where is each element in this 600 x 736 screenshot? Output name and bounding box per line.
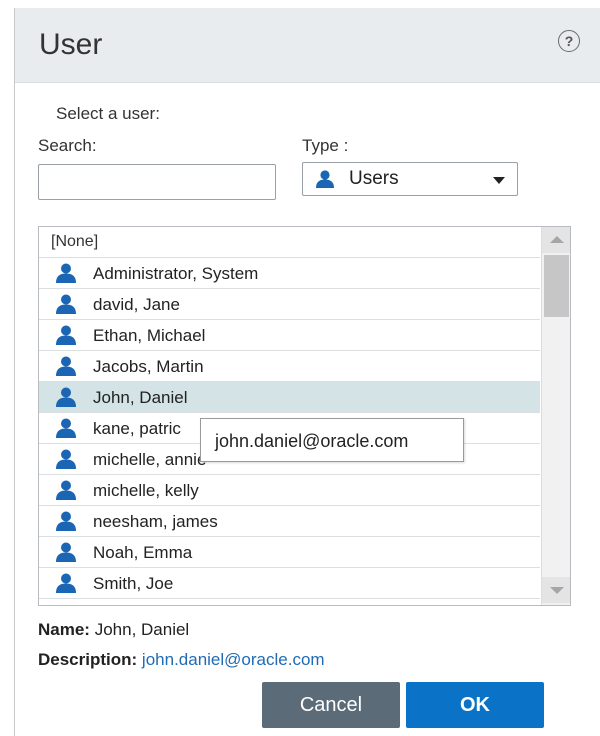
user-icon: [55, 387, 77, 412]
user-icon: [315, 170, 335, 193]
list-item-label: Noah, Emma: [93, 543, 193, 562]
user-icon: [55, 480, 77, 505]
scroll-down-button[interactable]: [542, 577, 570, 603]
list-item-label: michelle, kelly: [93, 481, 199, 500]
list-item-label: Jacobs, Martin: [93, 357, 204, 376]
dialog-titlebar: User ?: [15, 8, 600, 83]
list-item[interactable]: Smith, Joe: [39, 568, 540, 599]
help-icon[interactable]: ?: [558, 30, 580, 52]
ok-button[interactable]: OK: [406, 682, 544, 728]
user-icon: [55, 356, 77, 381]
user-icon: [55, 449, 77, 474]
search-label: Search:: [38, 136, 97, 155]
list-item[interactable]: Jacobs, Martin: [39, 351, 540, 382]
type-label: Type :: [302, 136, 349, 155]
user-icon: [55, 263, 77, 288]
list-item[interactable]: Noah, Emma: [39, 537, 540, 568]
cancel-button[interactable]: Cancel: [262, 682, 400, 728]
tooltip-text: john.daniel@oracle.com: [215, 431, 409, 451]
list-item[interactable]: John, Daniel: [39, 382, 540, 413]
list-item[interactable]: Administrator, System: [39, 258, 540, 289]
user-icon: [55, 294, 77, 319]
list-item-label: John, Daniel: [93, 388, 188, 407]
list-item[interactable]: david, Jane: [39, 289, 540, 320]
type-select[interactable]: Users: [302, 162, 518, 196]
scroll-thumb[interactable]: [544, 255, 569, 317]
type-select-value: Users: [349, 168, 399, 189]
list-item-none[interactable]: [None]: [39, 227, 540, 258]
list-item-label: Smith, Joe: [93, 574, 174, 593]
user-icon: [55, 542, 77, 567]
list-item[interactable]: Ethan, Michael: [39, 320, 540, 351]
name-detail: Name: John, Daniel: [38, 620, 189, 640]
name-detail-label: Name:: [38, 620, 90, 639]
list-item-label: [None]: [51, 233, 99, 250]
description-detail-value: john.daniel@oracle.com: [141, 650, 325, 669]
user-icon: [55, 511, 77, 536]
list-item-label: Ethan, Michael: [93, 326, 206, 345]
list-item[interactable]: neesham, james: [39, 506, 540, 537]
email-tooltip: john.daniel@oracle.com: [200, 418, 464, 462]
user-icon: [55, 418, 77, 443]
dialog-title: User: [39, 28, 103, 61]
list-item-label: kane, patric: [93, 419, 181, 438]
list-item-label: Administrator, System: [93, 264, 259, 283]
list-item-label: neesham, james: [93, 512, 218, 531]
select-user-label: Select a user:: [56, 104, 160, 123]
list-item[interactable]: michelle, kelly: [39, 475, 540, 506]
user-icon: [55, 325, 77, 350]
scroll-up-button[interactable]: [542, 227, 570, 253]
arrow-down-icon: [550, 587, 564, 594]
name-detail-value: John, Daniel: [94, 620, 190, 639]
user-list[interactable]: [None] Administrator, System david, Jane E…: [38, 226, 571, 606]
list-item-label: david, Jane: [93, 295, 180, 314]
arrow-up-icon: [550, 236, 564, 243]
chevron-down-icon: [493, 177, 505, 184]
list-item-label: michelle, annie: [93, 450, 207, 469]
list-scrollbar[interactable]: [541, 227, 570, 605]
user-icon: [55, 573, 77, 598]
description-detail: Description: john.daniel@oracle.com: [38, 650, 325, 670]
description-detail-label: Description:: [38, 650, 138, 669]
search-input[interactable]: [38, 164, 276, 200]
